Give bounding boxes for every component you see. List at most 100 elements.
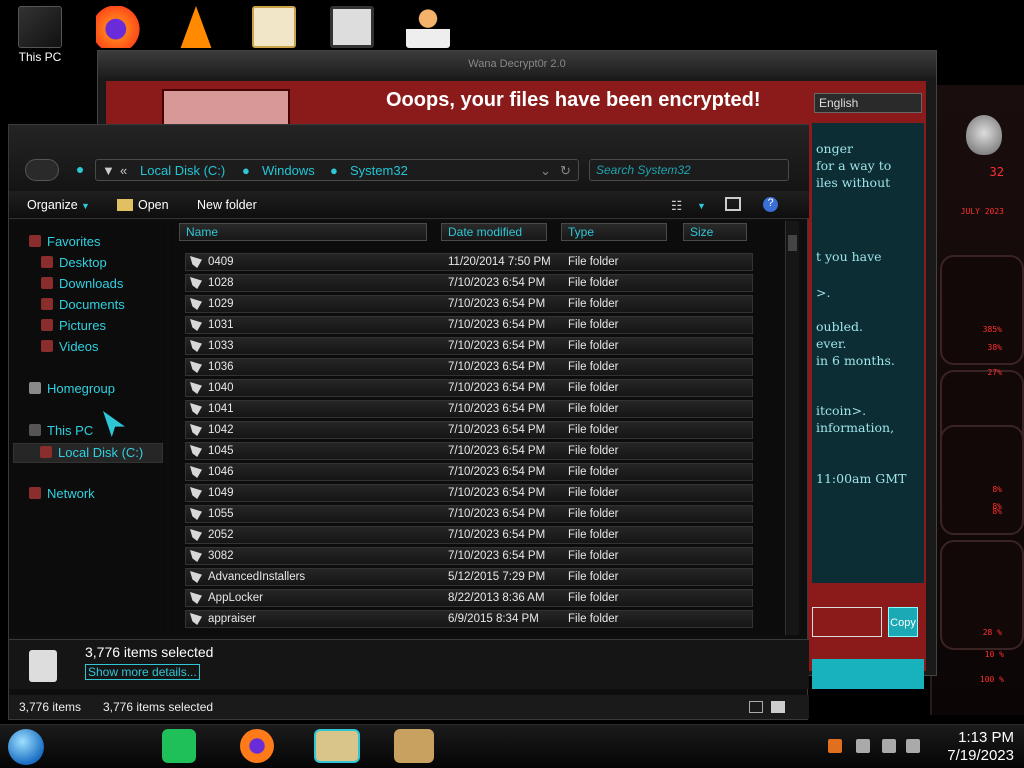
table-row[interactable]: 1040 7/10/2023 6:54 PM File folder [185,379,753,397]
row-date: 7/10/2023 6:54 PM [448,319,546,331]
nav-this-pc[interactable]: This PC [29,423,93,438]
table-row[interactable]: appraiser 6/9/2015 8:34 PM File folder [185,610,753,628]
star-icon [29,235,41,247]
table-row[interactable]: 1049 7/10/2023 6:54 PM File folder [185,484,753,502]
organize-button[interactable]: Organize [27,198,78,212]
row-date: 7/10/2023 6:54 PM [448,424,546,436]
folder-icon [190,466,202,478]
folder-icon [190,592,202,604]
open-folder-icon [117,199,133,211]
help-icon[interactable]: ? [763,197,778,212]
table-row[interactable]: 1045 7/10/2023 6:54 PM File folder [185,442,753,460]
row-name: 1046 [208,466,234,478]
pictures-icon [41,319,53,331]
row-date: 7/10/2023 6:54 PM [448,529,546,541]
table-row[interactable]: 1041 7/10/2023 6:54 PM File folder [185,400,753,418]
search-input[interactable]: Search System32 [589,159,789,181]
breadcrumb-windows[interactable]: Windows [262,163,315,178]
folder-icon [190,403,202,415]
nav-pictures[interactable]: Pictures [41,318,106,333]
nav-favorites[interactable]: Favorites [29,234,100,249]
table-row[interactable]: 1029 7/10/2023 6:54 PM File folder [185,295,753,313]
chevron-down-icon[interactable]: ⌄ [540,163,551,179]
details-view-icon[interactable] [749,701,763,713]
back-button[interactable] [25,159,59,181]
nav-local-disk[interactable]: Local Disk (C:) [13,443,163,463]
tray-app-icon[interactable] [828,739,842,753]
nav-videos[interactable]: Videos [41,339,99,354]
table-row[interactable]: 2052 7/10/2023 6:54 PM File folder [185,526,753,544]
forward-dot-icon[interactable] [77,167,83,173]
volume-icon[interactable] [906,739,920,753]
copy-button[interactable]: Copy [888,607,918,637]
bitcoin-address-field[interactable] [812,607,882,637]
table-row[interactable]: 1046 7/10/2023 6:54 PM File folder [185,463,753,481]
nav-desktop[interactable]: Desktop [41,255,107,270]
folder-icon [190,529,202,541]
breadcrumb-local-disk[interactable]: Local Disk (C:) [140,163,225,178]
table-row[interactable]: AppLocker 8/22/2013 8:36 AM File folder [185,589,753,607]
taskbar-app-explorer[interactable] [314,729,360,763]
show-more-details-link[interactable]: Show more details... [85,664,200,680]
table-row[interactable]: 1031 7/10/2023 6:54 PM File folder [185,316,753,334]
nav-network[interactable]: Network [29,486,95,501]
flag-icon[interactable] [856,739,870,753]
new-folder-button[interactable]: New folder [197,198,257,212]
ransom-note-text: onger for a way to iles without t you ha… [812,123,924,583]
open-button[interactable]: Open [138,198,169,212]
column-header-type[interactable]: Type [561,223,667,241]
row-date: 7/10/2023 6:54 PM [448,487,546,499]
preview-pane-icon[interactable] [725,197,741,211]
scroll-thumb[interactable] [788,235,797,251]
desktop-icon-this-pc[interactable]: This PC [8,6,72,74]
large-icons-view-icon[interactable] [771,701,785,713]
table-row[interactable]: 1055 7/10/2023 6:54 PM File folder [185,505,753,523]
file-explorer-window[interactable]: ▼ « Local Disk (C:) ● Windows ● System32… [8,124,809,720]
column-header-size[interactable]: Size [683,223,747,241]
table-row[interactable]: 3082 7/10/2023 6:54 PM File folder [185,547,753,565]
nav-documents[interactable]: Documents [41,297,125,312]
column-header-name[interactable]: Name [179,223,427,241]
taskbar-app-handshake[interactable] [394,729,434,763]
row-name: 1028 [208,277,234,289]
row-type: File folder [568,361,619,373]
table-row[interactable]: AdvancedInstallers 5/12/2015 7:29 PM File … [185,568,753,586]
chevron-down-icon[interactable]: ▼ [81,201,90,211]
row-name: AppLocker [208,592,263,604]
row-type: File folder [568,613,619,625]
breadcrumb-system32[interactable]: System32 [350,163,408,178]
folder-icon [190,445,202,457]
folder-icon: ▼ [102,163,115,178]
taskbar-app-notes[interactable] [162,729,196,763]
row-name: 1040 [208,382,234,394]
nav-downloads[interactable]: Downloads [41,276,123,291]
network-tray-icon[interactable] [882,739,896,753]
table-row[interactable]: 1033 7/10/2023 6:54 PM File folder [185,337,753,355]
language-select[interactable]: English [814,93,922,113]
row-date: 5/12/2015 7:29 PM [448,571,546,583]
table-row[interactable]: 1028 7/10/2023 6:54 PM File folder [185,274,753,292]
table-row[interactable]: 0409 11/20/2014 7:50 PM File folder [185,253,753,271]
refresh-icon[interactable]: ↻ [560,163,571,179]
start-button[interactable] [8,729,44,765]
address-overflow[interactable]: « [120,163,127,178]
column-header-date[interactable]: Date modified [441,223,547,241]
address-bar[interactable]: ▼ « Local Disk (C:) ● Windows ● System32… [95,159,579,181]
row-name: 3082 [208,550,234,562]
taskbar-app-firefox[interactable] [240,729,274,763]
folder-icon [190,613,202,625]
table-row[interactable]: 1042 7/10/2023 6:54 PM File folder [185,421,753,439]
documents-icon [41,298,53,310]
system-clock[interactable]: 1:13 PM 7/19/2023 [947,729,1014,765]
file-list-scrollbar[interactable] [785,221,799,635]
row-date: 7/10/2023 6:54 PM [448,382,546,394]
explorer-toolbar: Organize ▼ Open New folder ☷ ▼ ? [9,191,809,219]
row-date: 6/9/2015 8:34 PM [448,613,539,625]
nav-homegroup[interactable]: Homegroup [29,381,115,396]
widget-month: JULY 2023 [960,207,1004,216]
row-name: 1041 [208,403,234,415]
table-row[interactable]: 1036 7/10/2023 6:54 PM File folder [185,358,753,376]
check-payment-button[interactable] [812,659,924,689]
chevron-down-icon[interactable]: ▼ [697,201,706,211]
view-options-icon[interactable]: ☷ [671,198,682,213]
